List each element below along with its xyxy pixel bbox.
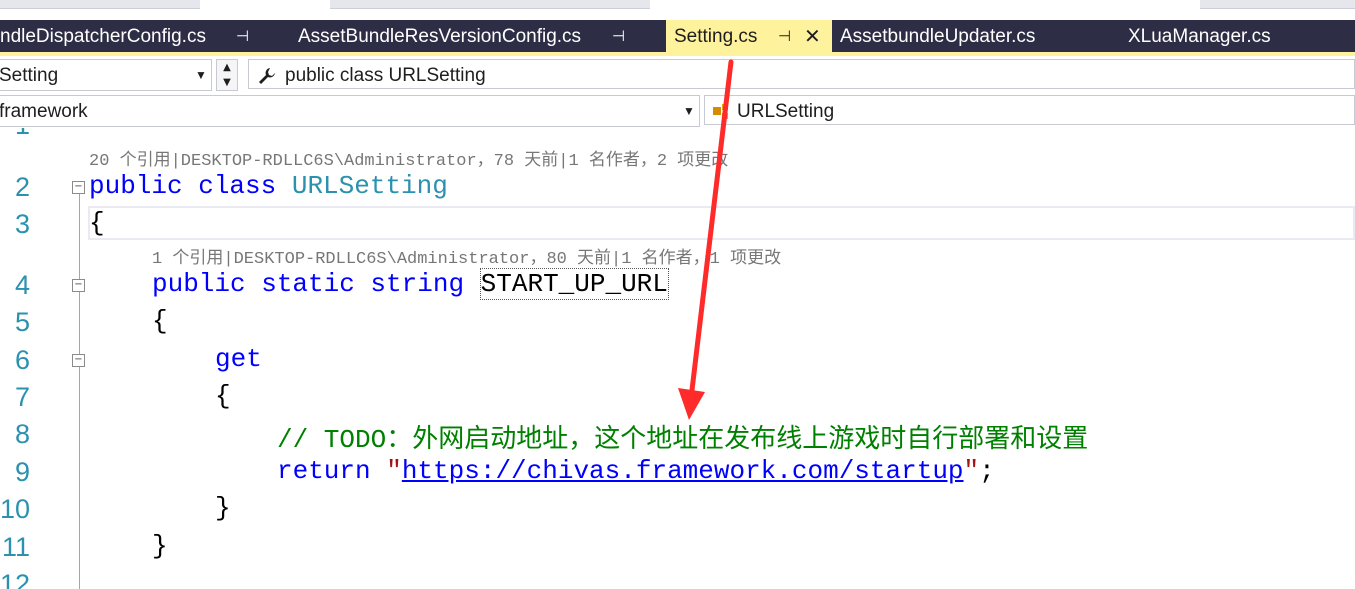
combo-value: Setting bbox=[0, 65, 59, 86]
keyword: get bbox=[215, 344, 262, 374]
code-line-4: public static string START_UP_URL bbox=[152, 268, 669, 300]
code-line-7: { bbox=[215, 381, 231, 411]
keyword: public class bbox=[89, 171, 292, 201]
url-link[interactable]: https://chivas.framework.com/startup bbox=[402, 456, 964, 486]
tab-label: XLuaManager.cs bbox=[1128, 26, 1271, 47]
line-number: 5 bbox=[14, 307, 30, 337]
navigation-bar-bottom: framework ▼ URLSetting bbox=[0, 94, 1355, 129]
code-line-10: } bbox=[215, 493, 231, 523]
type-combo[interactable]: URLSetting bbox=[704, 95, 1355, 125]
combo-value: URLSetting bbox=[737, 101, 835, 122]
keyword: return bbox=[277, 456, 387, 486]
code-editor[interactable]: 1 2 3 4 5 6 7 8 9 10 11 12 − − − 20 个引用|… bbox=[0, 128, 1355, 589]
semicolon: ; bbox=[979, 456, 995, 486]
chevron-down-icon: ▼ bbox=[195, 68, 207, 82]
combo-value: public class URLSetting bbox=[285, 65, 486, 86]
pin-icon[interactable]: ⊣ bbox=[778, 20, 791, 52]
wrench-icon bbox=[259, 68, 275, 84]
document-tab-bar: ndleDispatcherConfig.cs ⊣ AssetBundleRes… bbox=[0, 20, 1355, 52]
pin-icon[interactable]: ⊣ bbox=[236, 20, 249, 52]
line-number: 7 bbox=[14, 382, 30, 412]
line-number: 1 bbox=[0, 128, 30, 141]
combo-value: framework bbox=[0, 101, 88, 122]
tab-label: ndleDispatcherConfig.cs bbox=[0, 26, 206, 47]
line-number: 2 bbox=[14, 172, 30, 202]
tab-label: AssetbundleUpdater.cs bbox=[840, 26, 1036, 47]
line-number: 9 bbox=[14, 457, 30, 487]
line-number: 8 bbox=[14, 419, 30, 449]
codelens-class[interactable]: 20 个引用|DESKTOP-RDLLC6S\Administrator，78 … bbox=[89, 145, 728, 171]
code-line-8-comment: // TODO：外网启动地址，这个地址在发布线上游戏时自行部署和设置 bbox=[277, 425, 1089, 455]
navigation-bar-top: Setting ▼ ▲ ▼ public class URLSetting bbox=[0, 56, 1355, 95]
collapse-class-icon[interactable]: − bbox=[72, 181, 85, 194]
file-scope-combo[interactable]: Setting ▼ bbox=[0, 59, 212, 91]
close-icon[interactable]: ✕ bbox=[804, 20, 821, 52]
line-number: 10 bbox=[0, 494, 31, 524]
line-number: 12 bbox=[0, 569, 31, 589]
string-quote: " bbox=[386, 456, 402, 486]
spinner-up-icon[interactable]: ▲ bbox=[217, 60, 237, 75]
type-name: URLSetting bbox=[291, 171, 448, 201]
project-combo[interactable]: framework ▼ bbox=[0, 95, 700, 127]
class-icon bbox=[713, 104, 728, 119]
current-line-highlight bbox=[88, 206, 1355, 240]
tab-bundledispatcherconfig[interactable]: ndleDispatcherConfig.cs ⊣ bbox=[0, 20, 270, 52]
string-quote: " bbox=[963, 456, 980, 486]
chevron-down-icon: ▼ bbox=[683, 104, 695, 118]
line-number: 3 bbox=[14, 209, 30, 239]
collapse-getter-icon[interactable]: − bbox=[72, 354, 85, 367]
outline-guide bbox=[79, 194, 80, 589]
property-identifier[interactable]: START_UP_URL bbox=[479, 268, 669, 300]
tab-label: Setting.cs bbox=[674, 26, 758, 47]
tab-xluamanager[interactable]: XLuaManager.cs bbox=[1128, 20, 1328, 52]
line-number: 6 bbox=[14, 345, 30, 375]
collapse-property-icon[interactable]: − bbox=[72, 279, 85, 292]
pin-icon[interactable]: ⊣ bbox=[612, 20, 625, 52]
codelens-property[interactable]: 1 个引用|DESKTOP-RDLLC6S\Administrator，80 天… bbox=[152, 243, 781, 269]
line-number: 11 bbox=[1, 532, 30, 562]
tab-assetbundleupdater[interactable]: AssetbundleUpdater.cs bbox=[840, 20, 1100, 52]
top-toolbar-strip bbox=[0, 0, 1355, 20]
member-combo[interactable]: public class URLSetting bbox=[248, 59, 1355, 89]
toolbar-fragment bbox=[0, 0, 200, 9]
tab-setting-active[interactable]: Setting.cs ⊣ ✕ bbox=[666, 20, 832, 52]
code-line-6: get bbox=[215, 344, 262, 374]
tab-label: AssetBundleResVersionConfig.cs bbox=[298, 26, 582, 47]
scope-spinner[interactable]: ▲ ▼ bbox=[216, 59, 238, 91]
code-line-5: { bbox=[152, 306, 168, 336]
keyword: public static string bbox=[152, 269, 480, 299]
code-line-2: public class URLSetting bbox=[89, 171, 448, 201]
line-number: 4 bbox=[14, 270, 30, 300]
code-line-11: } bbox=[152, 531, 168, 561]
code-line-3: { bbox=[89, 208, 105, 238]
toolbar-fragment bbox=[1200, 0, 1355, 9]
tab-assetbundleresversionconfig[interactable]: AssetBundleResVersionConfig.cs ⊣ bbox=[298, 20, 638, 52]
code-line-9: return "https://chivas.framework.com/sta… bbox=[277, 456, 995, 486]
spinner-down-icon[interactable]: ▼ bbox=[217, 75, 237, 90]
toolbar-fragment bbox=[330, 0, 650, 9]
